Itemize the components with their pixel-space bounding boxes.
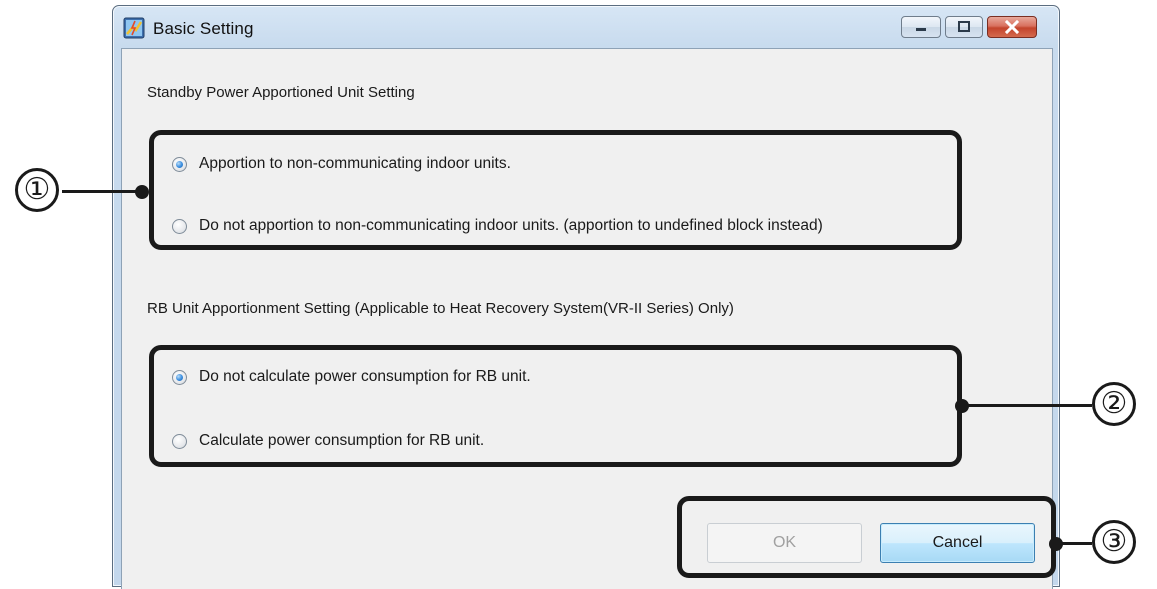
window-title: Basic Setting (153, 19, 254, 38)
rb-section-heading: RB Unit Apportionment Setting (Applicabl… (147, 300, 734, 317)
minimize-button[interactable] (901, 16, 941, 38)
callout-line-2 (962, 404, 1092, 407)
standby-section-heading: Standby Power Apportioned Unit Setting (147, 84, 415, 101)
marker-2: ② (1092, 382, 1136, 426)
callout-box-3 (677, 496, 1056, 578)
marker-3: ③ (1092, 520, 1136, 564)
marker-1: ① (15, 168, 59, 212)
callout-box-1 (149, 130, 962, 250)
maximize-icon (958, 21, 970, 32)
maximize-button[interactable] (945, 16, 983, 38)
close-button[interactable] (987, 16, 1037, 38)
callout-box-2 (149, 345, 962, 467)
minimize-icon (916, 28, 926, 31)
app-settings-icon (123, 17, 145, 39)
callout-line-3 (1056, 542, 1092, 545)
callout-line-1 (62, 190, 142, 193)
close-icon (1004, 20, 1020, 34)
title-bar[interactable]: Basic Setting (113, 6, 1059, 48)
